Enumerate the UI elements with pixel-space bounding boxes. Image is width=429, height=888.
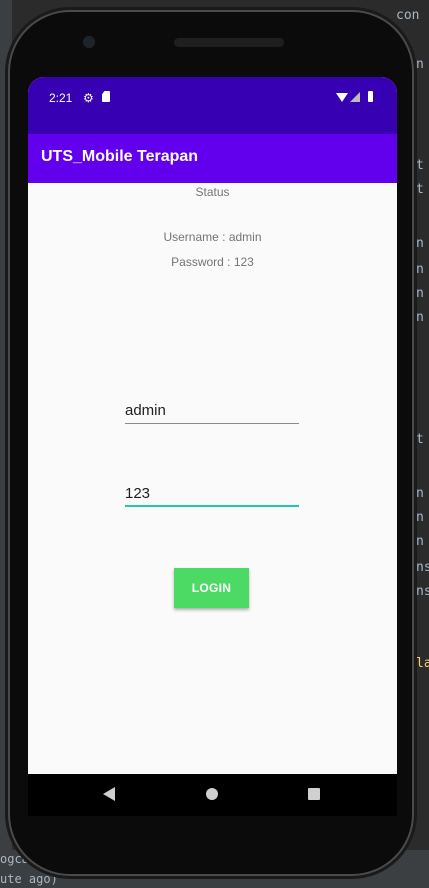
username-field[interactable]: admin bbox=[125, 402, 299, 424]
ide-code-line: ns bbox=[416, 584, 429, 599]
app-title: UTS_Mobile Terapan bbox=[41, 148, 199, 165]
ide-code-line: ns bbox=[416, 560, 429, 575]
ide-code-line: t bbox=[416, 432, 424, 447]
recents-icon[interactable] bbox=[308, 788, 320, 800]
username-info: Username : admin bbox=[163, 230, 262, 244]
cell-signal-icon bbox=[350, 92, 360, 102]
sd-card-icon bbox=[102, 91, 110, 102]
login-button[interactable]: LOGIN bbox=[174, 568, 249, 608]
ide-code-line: con bbox=[396, 8, 420, 23]
wifi-icon bbox=[336, 93, 348, 102]
front-camera bbox=[83, 36, 95, 48]
ide-code-line: n bbox=[416, 286, 424, 301]
earpiece-speaker bbox=[174, 38, 284, 47]
login-button-label: LOGIN bbox=[191, 581, 232, 595]
status-time: 2:21 bbox=[49, 91, 73, 105]
navigation-bar bbox=[28, 774, 397, 816]
ide-code-line: n bbox=[416, 236, 424, 251]
app-bar: UTS_Mobile Terapan bbox=[28, 134, 397, 183]
settings-gear-icon: ⚙ bbox=[83, 91, 94, 105]
status-bar: 2:21 ⚙ bbox=[28, 77, 397, 134]
ide-code-line: la bbox=[416, 656, 429, 671]
ide-code-line: n bbox=[416, 534, 424, 549]
ide-code-line: n bbox=[416, 510, 424, 525]
ide-code-line: n bbox=[416, 310, 424, 325]
battery-icon bbox=[368, 91, 373, 102]
home-icon[interactable] bbox=[206, 788, 218, 800]
device-screen: 2:21 ⚙ UTS_Mobile Terapan Status Usernam… bbox=[28, 77, 397, 774]
ide-code-line: t bbox=[416, 158, 424, 173]
ide-code-line: t bbox=[416, 182, 424, 197]
password-info: Password : 123 bbox=[171, 255, 254, 269]
ide-status-text: ute ago) bbox=[0, 872, 58, 886]
ide-code-line: n bbox=[416, 486, 424, 501]
status-label: Status bbox=[195, 185, 230, 199]
back-icon[interactable] bbox=[103, 787, 115, 801]
ide-code-line: n bbox=[416, 57, 424, 72]
password-field[interactable]: 123 bbox=[125, 485, 299, 507]
ide-code-line: n bbox=[416, 262, 424, 277]
